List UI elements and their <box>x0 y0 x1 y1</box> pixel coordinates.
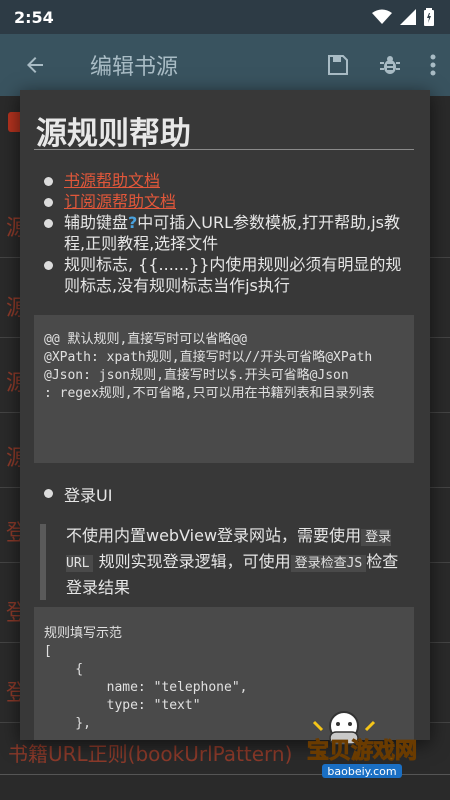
list-item: 辅助键盘?中可插入URL参数模板,打开帮助,js教程,正则教程,选择文件 <box>44 212 414 254</box>
rule-code-block: @@ 默认规则,直接写时可以省略@@ @XPath: xpath规则,直接写时以… <box>34 315 414 463</box>
status-icons <box>372 8 434 26</box>
list-item: 规则标志, {{......}}内使用规则必须有明显的规则标志,没有规则标志当作… <box>44 254 414 296</box>
arrow-left-icon <box>27 57 43 73</box>
dialog-title: 源规则帮助 <box>36 116 191 152</box>
app-bar-actions <box>326 53 450 77</box>
subscription-source-doc-link[interactable]: 订阅源帮助文档 <box>64 192 176 211</box>
inline-code: 登录检查JS <box>290 555 367 572</box>
save-icon[interactable] <box>326 53 350 77</box>
site-watermark-logo: 宝贝游戏网 baobeiy.com <box>306 711 418 778</box>
book-url-pattern-label: 书籍URL正则(bookUrlPattern) <box>8 742 293 766</box>
title-divider <box>34 149 414 150</box>
svg-text:宝贝游戏网: 宝贝游戏网 <box>307 738 417 764</box>
login-description: 不使用内置webView登录网站，需要使用 登录URL 规则实现登录逻辑，可使用登… <box>40 524 410 600</box>
status-time: 2:54 <box>14 7 54 27</box>
wifi-icon <box>372 9 392 24</box>
book-source-doc-link[interactable]: 书源帮助文档 <box>64 171 160 190</box>
bug-icon[interactable] <box>378 53 402 77</box>
rule-help-dialog: 源规则帮助 书源帮助文档 订阅源帮助文档 辅助键盘?中可插入URL参数模板,打开… <box>20 90 430 740</box>
more-vert-icon[interactable] <box>430 54 436 76</box>
back-button[interactable] <box>0 53 70 77</box>
app-bar: 编辑书源 <box>0 34 450 96</box>
status-bar: 2:54 <box>0 0 450 34</box>
list-item: 订阅源帮助文档 <box>44 191 414 212</box>
help-question-icon: ? <box>128 213 138 232</box>
svg-text:baobeiy.com: baobeiy.com <box>327 765 396 778</box>
list-item: 书源帮助文档 <box>44 170 414 191</box>
help-list: 书源帮助文档 订阅源帮助文档 辅助键盘?中可插入URL参数模板,打开帮助,js教… <box>44 170 414 296</box>
signal-icon <box>400 9 416 25</box>
page-title: 编辑书源 <box>90 55 179 80</box>
login-ui-heading: 登录UI <box>44 482 112 506</box>
battery-icon <box>424 8 434 26</box>
